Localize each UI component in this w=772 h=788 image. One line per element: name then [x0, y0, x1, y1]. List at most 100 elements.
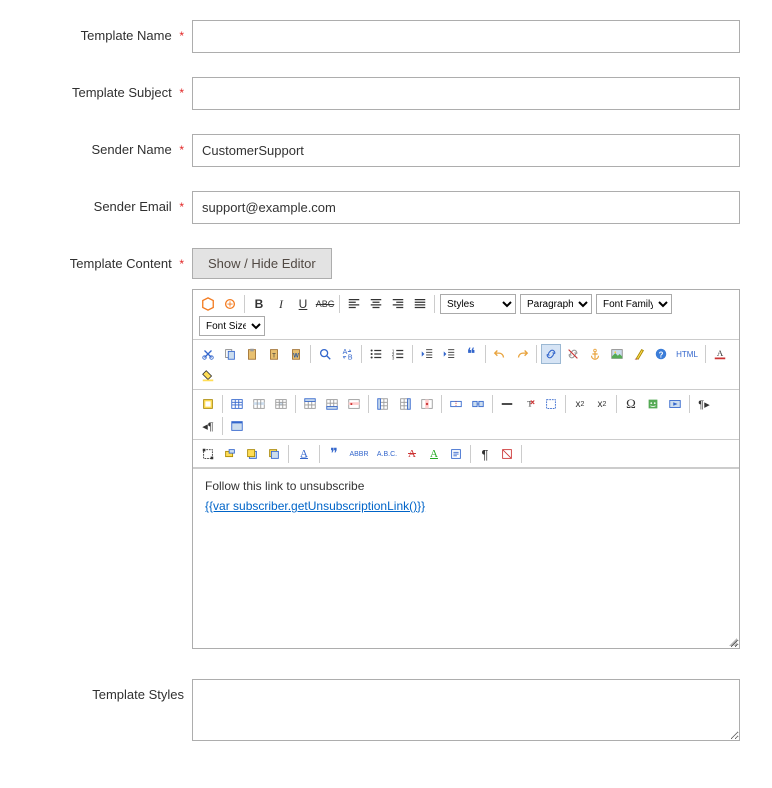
bg-color-icon[interactable] [198, 366, 218, 386]
label-text: Sender Name [91, 142, 171, 157]
magento-widget-icon[interactable] [198, 294, 218, 314]
magento-variable-icon[interactable] [220, 294, 240, 314]
template-name-input[interactable] [192, 20, 740, 53]
blockquote-icon[interactable]: ❝ [461, 344, 481, 364]
format-select[interactable]: Paragraph [520, 294, 592, 314]
visual-aid-icon[interactable] [541, 394, 561, 414]
paste-word-icon[interactable]: W [286, 344, 306, 364]
sub-icon[interactable]: x2 [570, 394, 590, 414]
nbsp-icon[interactable] [497, 444, 517, 464]
sender-email-input[interactable] [192, 191, 740, 224]
row-template-subject: Template Subject * [32, 77, 740, 110]
charmap-icon[interactable]: Ω [621, 394, 641, 414]
cite-icon[interactable]: ❞ [324, 444, 344, 464]
template-styles-textarea[interactable] [192, 679, 740, 741]
del-icon[interactable]: A [402, 444, 422, 464]
toolbar-row-2: T W AB 123 ❝ ? [193, 340, 739, 390]
ins-icon[interactable]: A [424, 444, 444, 464]
remove-format-icon[interactable]: T [519, 394, 539, 414]
paste-text-icon[interactable]: T [264, 344, 284, 364]
cleanup-icon[interactable] [629, 344, 649, 364]
fullscreen-icon[interactable] [227, 416, 247, 436]
help-icon[interactable]: ? [651, 344, 671, 364]
label-text: Template Styles [92, 687, 184, 702]
required-mark: * [179, 200, 184, 214]
underline-icon[interactable]: U [293, 294, 313, 314]
table-icon[interactable] [227, 394, 247, 414]
ltr-icon[interactable]: ¶▸ [694, 394, 714, 414]
layer-icon[interactable] [198, 394, 218, 414]
label-text: Template Subject [72, 85, 172, 100]
toolbar-row-3: T x2 x2 Ω ¶▸ ◂¶ [193, 390, 739, 440]
find-icon[interactable] [315, 344, 335, 364]
attribs-icon[interactable] [446, 444, 466, 464]
html-icon[interactable]: HTML [673, 344, 701, 364]
link-icon[interactable] [541, 344, 561, 364]
delete-row-icon[interactable] [344, 394, 364, 414]
insert-col-after-icon[interactable] [395, 394, 415, 414]
toggle-editor-button[interactable]: Show / Hide Editor [192, 248, 332, 279]
layer-forward-icon[interactable] [242, 444, 262, 464]
svg-text:T: T [272, 353, 276, 360]
text-color-icon[interactable]: A [710, 344, 730, 364]
italic-icon[interactable]: I [271, 294, 291, 314]
insert-row-after-icon[interactable] [322, 394, 342, 414]
toolbar-row-1: B I U ABC Styles Paragraph Font Family F… [193, 290, 739, 340]
cut-icon[interactable] [198, 344, 218, 364]
styleprops-icon[interactable]: A̲ [293, 444, 315, 464]
replace-icon[interactable]: AB [337, 344, 357, 364]
layer-backward-icon[interactable] [264, 444, 284, 464]
undo-icon[interactable] [490, 344, 510, 364]
image-icon[interactable] [607, 344, 627, 364]
template-content-label: Template Content * [32, 248, 192, 271]
bullet-list-icon[interactable] [366, 344, 386, 364]
fontfamily-select[interactable]: Font Family [596, 294, 672, 314]
rtl-icon[interactable]: ◂¶ [198, 416, 218, 436]
row-props-icon[interactable] [249, 394, 269, 414]
outdent-icon[interactable] [417, 344, 437, 364]
wysiwyg-editor: B I U ABC Styles Paragraph Font Family F… [192, 289, 740, 649]
align-right-icon[interactable] [388, 294, 408, 314]
split-cells-icon[interactable] [446, 394, 466, 414]
align-justify-icon[interactable] [410, 294, 430, 314]
indent-icon[interactable] [439, 344, 459, 364]
crop-icon[interactable] [198, 444, 218, 464]
align-center-icon[interactable] [366, 294, 386, 314]
align-left-icon[interactable] [344, 294, 364, 314]
delete-col-icon[interactable] [417, 394, 437, 414]
template-subject-input[interactable] [192, 77, 740, 110]
svg-text:T: T [527, 399, 533, 409]
sup-icon[interactable]: x2 [592, 394, 612, 414]
sender-name-input[interactable] [192, 134, 740, 167]
layer-absolute-icon[interactable] [220, 444, 240, 464]
number-list-icon[interactable]: 123 [388, 344, 408, 364]
editor-text-line: Follow this link to unsubscribe [205, 479, 727, 493]
bold-icon[interactable]: B [249, 294, 269, 314]
hr-icon[interactable] [497, 394, 517, 414]
field-control [192, 20, 740, 53]
fontsize-select[interactable]: Font Size [199, 316, 265, 336]
required-mark: * [179, 29, 184, 43]
insert-row-before-icon[interactable] [300, 394, 320, 414]
merge-cells-icon[interactable] [468, 394, 488, 414]
label-text: Template Content [70, 256, 172, 271]
redo-icon[interactable] [512, 344, 532, 364]
media-icon[interactable] [665, 394, 685, 414]
acronym-icon[interactable]: A.B.C. [374, 444, 400, 464]
unlink-icon[interactable] [563, 344, 583, 364]
visualchars-icon[interactable]: ¶ [475, 444, 495, 464]
resize-handle-icon[interactable] [729, 638, 737, 646]
anchor-icon[interactable] [585, 344, 605, 364]
cell-props-icon[interactable] [271, 394, 291, 414]
strikethrough-icon[interactable]: ABC [315, 294, 335, 314]
styles-select[interactable]: Styles [440, 294, 516, 314]
emoticon-icon[interactable] [643, 394, 663, 414]
insert-col-before-icon[interactable] [373, 394, 393, 414]
svg-text:B: B [348, 354, 353, 361]
editor-content-area[interactable]: Follow this link to unsubscribe {{var su… [193, 468, 739, 648]
abbr-icon[interactable]: ABBR [346, 444, 372, 464]
unsubscribe-link-variable[interactable]: {{var subscriber.getUnsubscriptionLink()… [205, 499, 425, 513]
field-control [192, 191, 740, 224]
copy-icon[interactable] [220, 344, 240, 364]
paste-icon[interactable] [242, 344, 262, 364]
